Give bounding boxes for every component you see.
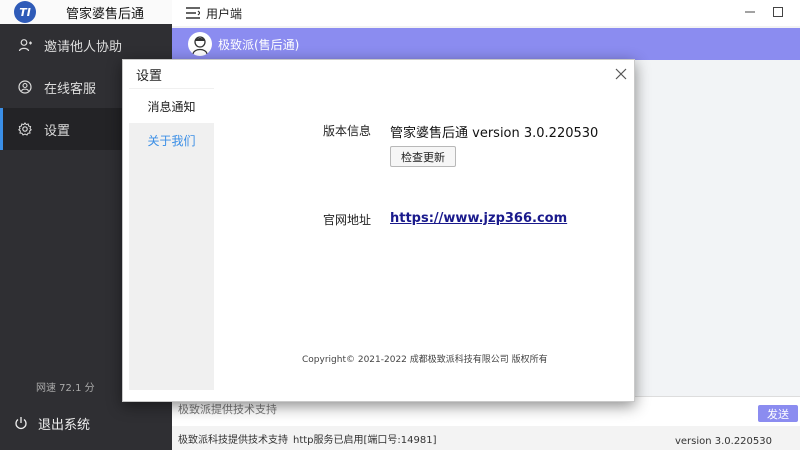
- tab-about-us[interactable]: 关于我们: [129, 123, 214, 157]
- website-label: 官网地址: [323, 213, 372, 227]
- version-label: 版本信息: [323, 124, 372, 138]
- close-icon[interactable]: [614, 67, 628, 81]
- app-title: 管家婆售后通: [66, 6, 145, 22]
- dialog-content: 版本信息 管家婆售后通 version 3.0.220530 检查更新 官网地址…: [215, 88, 634, 390]
- headset-icon: [18, 80, 32, 94]
- status-version: version 3.0.220530: [674, 436, 772, 447]
- version-value: 管家婆售后通 version 3.0.220530: [390, 126, 599, 141]
- settings-dialog: 设置 消息通知 关于我们 版本信息 管家婆售后通 version 3.0.220…: [122, 59, 635, 402]
- status-support-text: 极致派科技提供技术支持: [178, 435, 288, 446]
- power-icon: [14, 416, 28, 430]
- dialog-tab-list: 消息通知 关于我们: [129, 88, 214, 390]
- sidebar-item-label: 设置: [44, 123, 71, 139]
- sidebar-header: TI 管家婆售后通: [0, 0, 172, 24]
- website-link[interactable]: https://www.jzp366.com: [390, 211, 567, 226]
- contact-name: 极致派(售后通): [218, 37, 300, 52]
- maximize-icon[interactable]: [772, 6, 784, 18]
- gear-icon: [18, 122, 32, 136]
- logout-label: 退出系统: [38, 417, 91, 433]
- client-label: 用户端: [206, 6, 243, 21]
- status-http-text: http服务已启用[端口号:14981]: [293, 435, 437, 446]
- menu-icon[interactable]: [186, 7, 200, 19]
- top-bar: 用户端: [172, 0, 800, 26]
- minimize-icon[interactable]: [744, 6, 756, 18]
- logout-button[interactable]: 退出系统: [0, 408, 172, 438]
- network-speed: 网速 72.1 分: [36, 383, 95, 394]
- chat-header: 极致派(售后通): [172, 28, 800, 60]
- check-update-button[interactable]: 检查更新: [390, 146, 456, 167]
- copyright-text: Copyright© 2021-2022 成都极致派科技有限公司 版权所有: [302, 355, 548, 365]
- send-button[interactable]: 发送: [758, 405, 798, 422]
- sidebar-item-label: 在线客服: [44, 81, 97, 97]
- status-bar: 极致派科技提供技术支持 http服务已启用[端口号:14981] version…: [172, 426, 800, 450]
- user-add-icon: [18, 38, 32, 52]
- chat-input-placeholder: 极致派提供技术支持: [178, 403, 277, 416]
- sidebar-item-label: 邀请他人协助: [44, 39, 123, 55]
- avatar: [188, 32, 212, 56]
- dialog-title: 设置: [136, 69, 163, 84]
- dialog-titlebar: 设置: [123, 60, 634, 88]
- app-logo-icon: TI: [14, 1, 36, 23]
- tab-notifications[interactable]: 消息通知: [129, 89, 214, 123]
